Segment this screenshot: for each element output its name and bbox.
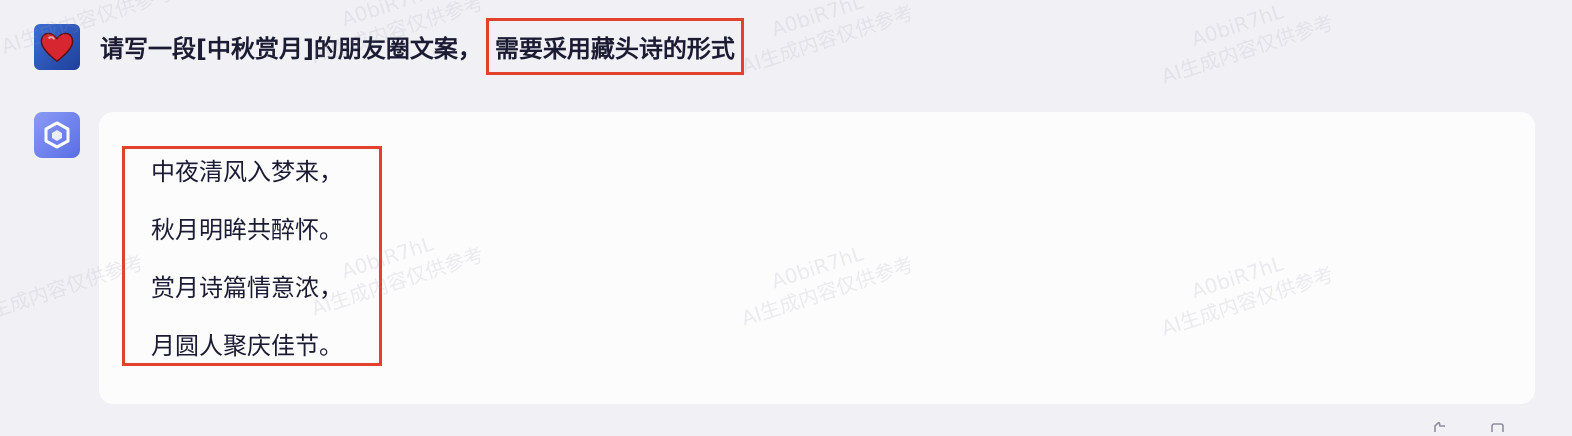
user-message-text: 请写一段[中秋赏月]的朋友圈文案， 需要采用藏头诗的形式 (100, 18, 744, 75)
poem-line: 中夜清风入梦来， (151, 158, 343, 186)
poem-line: 秋月明眸共醉怀。 (151, 216, 343, 244)
poem-highlight-box: 中夜清风入梦来， 秋月明眸共醉怀。 赏月诗篇情意浓， 月圆人聚庆佳节。 (122, 146, 382, 366)
highlighted-requirement: 需要采用藏头诗的形式 (485, 18, 744, 75)
assistant-reply-card: 中夜清风入梦来， 秋月明眸共醉怀。 赏月诗篇情意浓， 月圆人聚庆佳节。 (99, 112, 1535, 404)
heart-icon (40, 32, 74, 62)
copy-icon[interactable] (1490, 420, 1508, 435)
watermark: A0biR7hL AI生成内容仅供参考 (738, 0, 917, 79)
poem-line: 赏月诗篇情意浓， (151, 274, 343, 302)
user-avatar[interactable] (34, 23, 80, 70)
like-icon[interactable] (1432, 420, 1450, 432)
user-message-row: 请写一段[中秋赏月]的朋友圈文案， 需要采用藏头诗的形式 (34, 18, 744, 75)
user-message-prefix: 请写一段[中秋赏月]的朋友圈文案， (100, 35, 482, 63)
watermark: A0biR7hL AI生成内容仅供参考 (1158, 0, 1337, 89)
cube-logo-icon (44, 121, 70, 149)
poem-line: 月圆人聚庆佳节。 (151, 332, 343, 360)
bot-avatar[interactable] (34, 112, 80, 158)
